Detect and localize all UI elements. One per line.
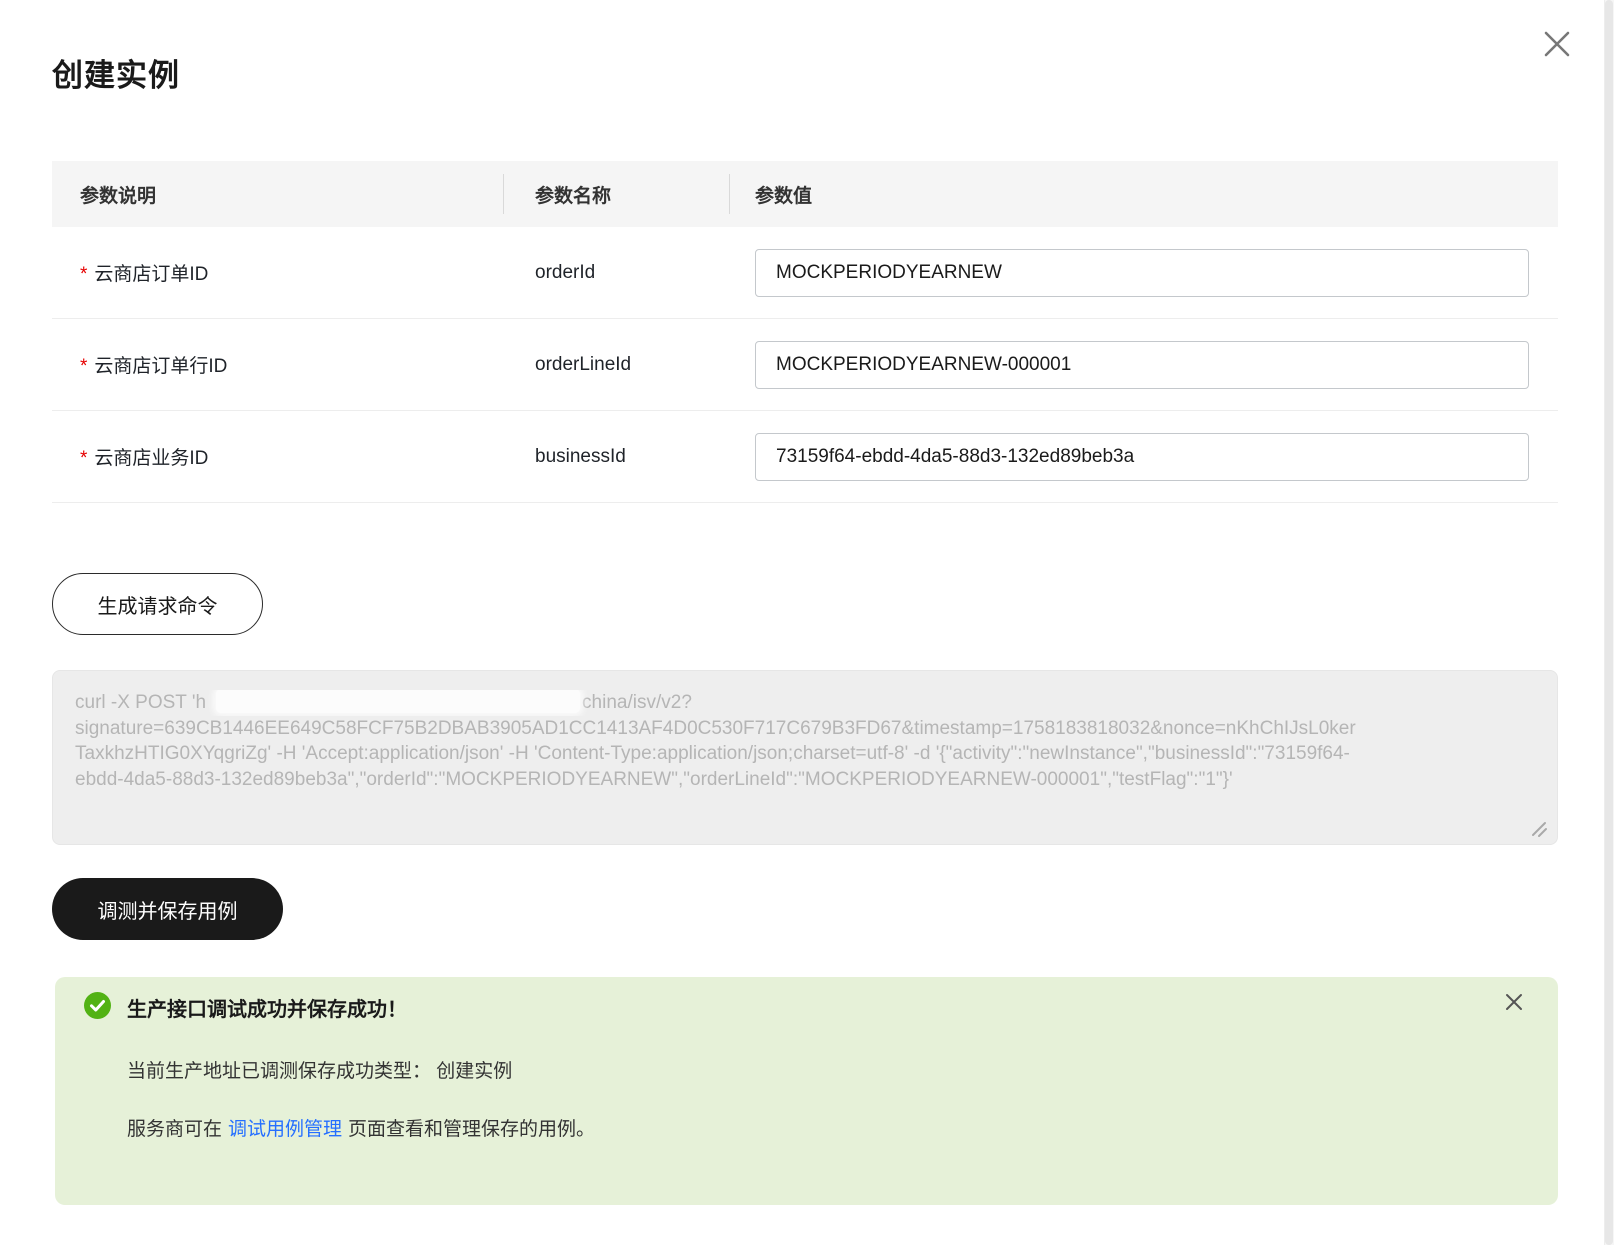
success-alert: 生产接口调试成功并保存成功！ 当前生产地址已调测保存成功类型： 创建实例 服务商… xyxy=(55,977,1558,1205)
scrollbar-track[interactable] xyxy=(1604,0,1614,1245)
businessid-input[interactable] xyxy=(755,432,1529,481)
orderid-input[interactable] xyxy=(755,248,1529,297)
curl-line-3: TaxkhzHTIG0XYqgriZg' -H 'Accept:applicat… xyxy=(75,743,1350,764)
table-row-orderlineid: * 云商店订单行ID orderLineId xyxy=(52,319,1558,411)
required-asterisk: * xyxy=(80,447,88,469)
curl-line-4: ebdd-4da5-88d3-132ed89beb3a","orderId":"… xyxy=(75,768,1233,790)
dialog-close-button[interactable] xyxy=(1540,29,1574,63)
request-command-textarea[interactable]: curl -X POST 'h china/isv/v2? signature=6… xyxy=(52,670,1558,845)
alert-line2-prefix: 服务商可在 xyxy=(127,1119,223,1140)
alert-title: 生产接口调试成功并保存成功！ xyxy=(127,999,407,1021)
param-description-label: 云商店订单行ID xyxy=(94,356,228,377)
param-name-label: orderId xyxy=(535,261,596,283)
param-description-cell: * 云商店订单ID xyxy=(52,259,503,286)
column-divider xyxy=(729,174,730,214)
column-divider xyxy=(503,174,504,214)
curl-line1-suffix: china/isv/v2? xyxy=(582,692,692,713)
orderlineid-input[interactable] xyxy=(755,340,1529,389)
param-name-label: businessId xyxy=(535,445,626,467)
alert-close-button[interactable] xyxy=(1503,993,1525,1015)
redacted-url-blur xyxy=(216,690,581,713)
alert-line2-suffix: 页面查看和管理保存的用例。 xyxy=(348,1119,596,1140)
param-description-cell: * 云商店业务ID xyxy=(52,443,503,470)
param-value-cell xyxy=(729,248,1558,297)
curl-line1-prefix: curl -X POST 'h xyxy=(75,692,207,713)
param-value-cell xyxy=(729,432,1558,481)
alert-message-type: 当前生产地址已调测保存成功类型： 创建实例 xyxy=(127,1061,513,1082)
param-value-cell xyxy=(729,340,1558,389)
header-param-description: 参数说明 xyxy=(80,185,157,207)
parameter-table: 参数说明 参数名称 参数值 * 云商店订单ID orderId MOCKPERI… xyxy=(52,161,1558,503)
param-description-label: 云商店业务ID xyxy=(94,448,209,469)
table-row-orderid: * 云商店订单ID orderId xyxy=(52,227,1558,319)
debug-case-management-link[interactable]: 调试用例管理 xyxy=(228,1119,342,1140)
textarea-resize-handle[interactable] xyxy=(1527,817,1549,839)
close-icon xyxy=(1504,992,1524,1017)
param-name-cell: orderLineId xyxy=(503,354,729,376)
generate-request-command-button[interactable]: 生成请求命令 xyxy=(52,573,263,635)
param-name-cell: businessId xyxy=(503,446,729,468)
param-name-cell: orderId xyxy=(503,262,729,284)
curl-line-1: curl -X POST 'h china/isv/v2? xyxy=(75,690,1535,716)
header-param-name: 参数名称 xyxy=(503,174,729,214)
table-row-businessid: * 云商店业务ID businessId xyxy=(52,411,1558,503)
param-name-label: orderLineId xyxy=(535,353,632,375)
table-header-row: 参数说明 参数名称 参数值 xyxy=(52,161,1558,227)
header-param-value: 参数值 xyxy=(729,174,1558,214)
required-asterisk: * xyxy=(80,355,88,377)
page-title: 创建实例 xyxy=(52,58,180,93)
curl-line-2: signature=639CB1446EE649C58FCF75B2DBAB39… xyxy=(75,717,1356,739)
alert-message-manage: 服务商可在 调试用例管理 页面查看和管理保存的用例。 xyxy=(127,1114,595,1141)
create-instance-dialog: 创建实例 参数说明 参数名称 参数值 * 云商店订单ID orderId MOC… xyxy=(0,0,1614,1245)
required-asterisk: * xyxy=(80,263,88,285)
param-description-cell: * 云商店订单行ID xyxy=(52,351,503,378)
success-check-icon xyxy=(84,992,111,1019)
debug-and-save-button[interactable]: 调测并保存用例 xyxy=(52,878,283,940)
close-icon xyxy=(1542,29,1572,64)
param-description-label: 云商店订单ID xyxy=(94,264,209,285)
scrollbar-thumb[interactable] xyxy=(1605,0,1613,1245)
